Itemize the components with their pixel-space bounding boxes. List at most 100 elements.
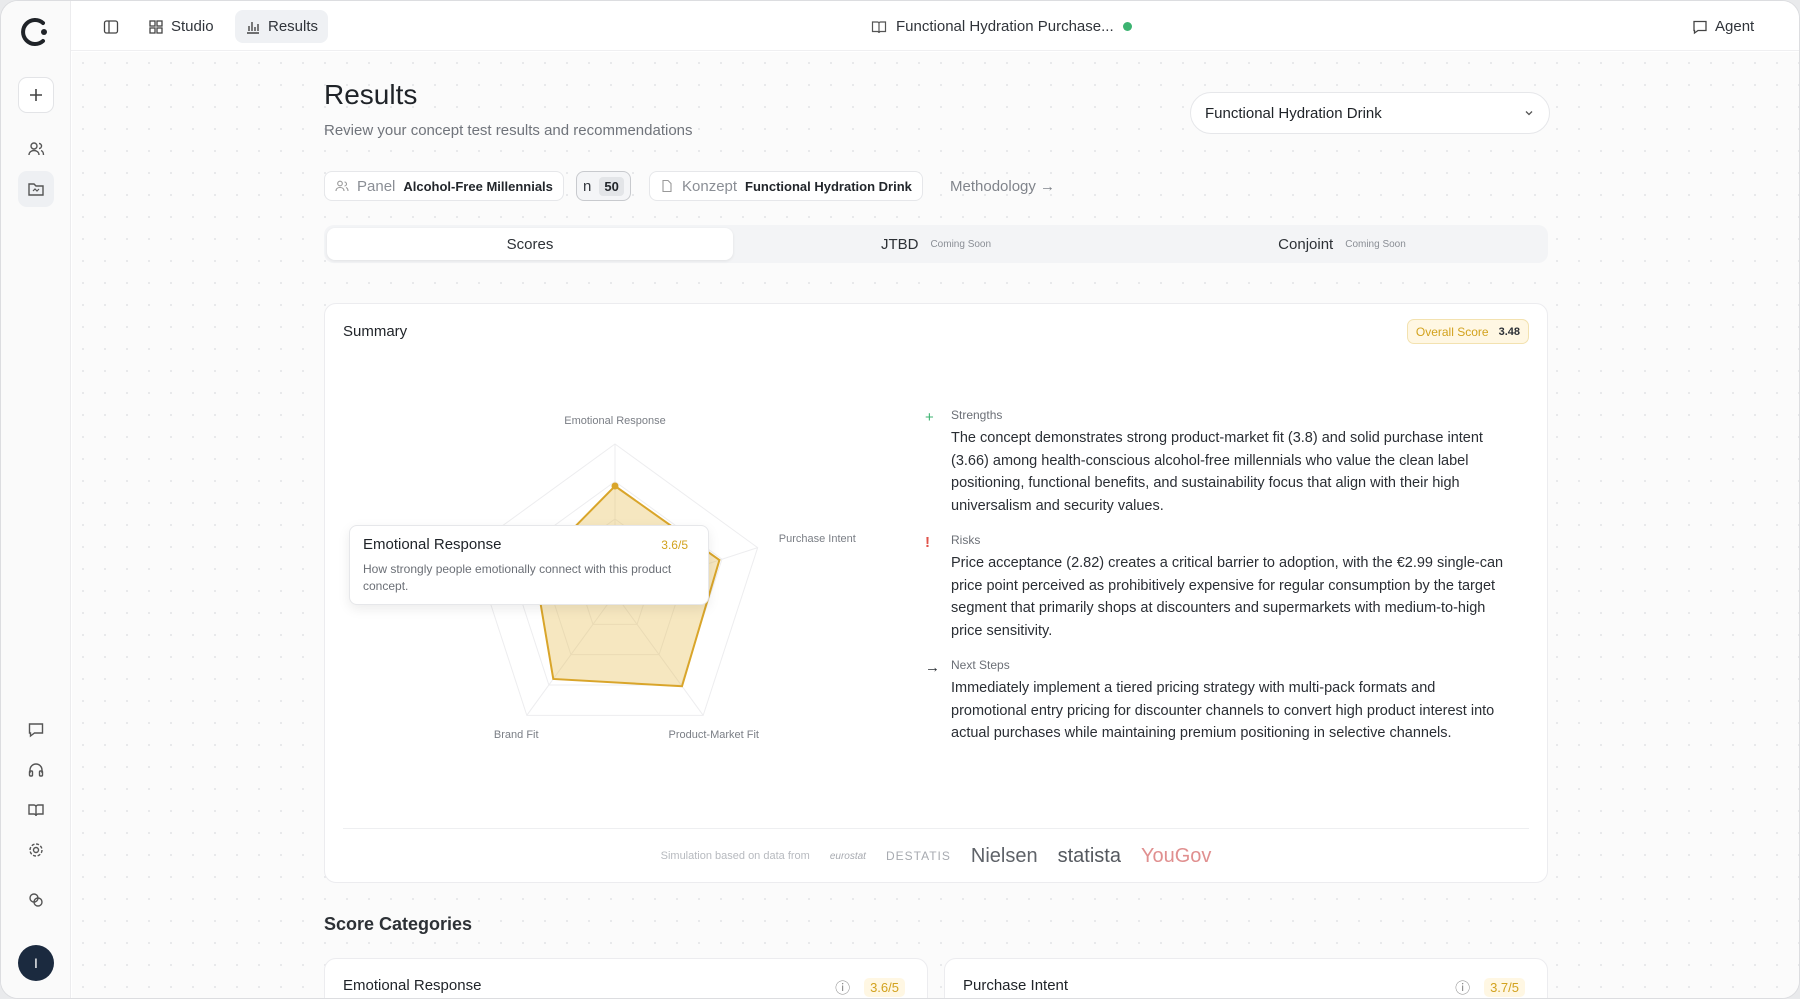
strengths-text: The concept demonstrates strong product-… [951,430,1483,514]
page-title: Results [324,79,418,110]
app-logo-icon[interactable] [19,15,53,49]
panel-label: Panel [357,177,396,195]
risks-block: ! Risks Price acceptance (2.82) creates … [925,533,1511,642]
message-icon [28,723,44,738]
score-categories-title: Score Categories [324,914,473,934]
score-card-meta: ⓘ 3.6/5 [835,977,905,998]
info-icon[interactable]: ⓘ [1455,977,1470,998]
settings-nav-button[interactable] [18,832,54,868]
bar-chart-icon [247,21,259,34]
next-steps-text: Immediately implement a tiered pricing s… [951,680,1495,741]
main-area: Results Review your concept test results… [72,52,1799,998]
coming-soon-badge: Coming Soon [930,238,992,250]
document-title-text: Functional Hydration Purchase... [896,18,1114,35]
radar-axis-label: Brand Fit [494,729,539,741]
concept-select[interactable]: Functional Hydration Drink [1190,92,1550,134]
destatis-logo: DESTATIS [885,849,951,863]
summary-title: Summary [343,323,408,340]
tooltip-title: Emotional Response [363,536,502,553]
info-icon[interactable]: ⓘ [835,977,850,998]
score-card-value: 3.7/5 [1484,978,1525,997]
concept-chip[interactable]: Konzept Functional Hydration Drink [649,171,923,201]
link-icon [29,893,43,907]
toggle-sidebar-button[interactable] [93,10,129,43]
left-rail: I [1,1,71,998]
gear-icon [29,843,43,857]
methodology-label: Methodology → [950,177,1056,195]
score-card-label: Purchase Intent [963,977,1069,994]
score-card-emotional-response[interactable]: Emotional Response ⓘ 3.6/5 [324,958,928,998]
tooltip-description: How strongly people emotionally connect … [363,562,672,593]
data-sources: Simulation based on data from eurostat D… [325,834,1547,878]
chat-nav-button[interactable] [18,712,54,748]
strengths-block: + Strengths The concept demonstrates str… [925,408,1511,517]
yougov-logo: YouGov [1140,844,1212,867]
radar-axis-label: Emotional Response [564,415,666,427]
sidebar-icon [103,19,119,34]
top-bar: Studio Results Functional Hydration Purc… [71,1,1799,51]
plus-icon [30,89,42,101]
panel-value: Alcohol-Free Millennials [403,178,553,194]
tooltip-value: 3.6/5 [661,538,688,552]
strengths-label: Strengths [951,408,1003,422]
eurostat-logo: eurostat [829,850,866,862]
app-window: I Studio Results Functional Hydration Pu… [0,0,1800,999]
sample-size-chip: n 50 [576,171,631,201]
headphones-icon [28,763,44,777]
users-nav-button[interactable] [18,131,54,167]
radar-axis-label: Purchase Intent [779,533,856,545]
status-dot [1122,22,1132,31]
docs-nav-button[interactable] [18,792,54,828]
statista-logo: statista [1057,844,1121,867]
tab-conjoint[interactable]: Conjoint Coming Soon [1139,228,1545,260]
divider [343,828,1529,829]
book-open-icon [28,804,44,817]
folder-icon [28,183,44,196]
chart-tooltip: Emotional Response 3.6/5 How strongly pe… [349,525,709,605]
radar-axis-label: Product-Market Fit [669,729,759,741]
agent-button[interactable]: Agent [1682,10,1764,43]
score-card-meta: ⓘ 3.7/5 [1455,977,1525,998]
next-steps-label: Next Steps [951,658,1010,672]
concept-select-value: Functional Hydration Drink [1205,104,1382,122]
tab-jtbd[interactable]: JTBD Coming Soon [733,228,1139,260]
sources-caption: Simulation based on data from [660,850,810,862]
radar-point[interactable] [611,482,619,490]
coming-soon-badge: Coming Soon [1345,238,1406,250]
score-card-value: 3.6/5 [864,978,905,997]
summary-card: Summary Overall Score 3.48 Emotional Res… [324,303,1548,883]
risks-label: Risks [951,533,981,547]
score-card-label: Emotional Response [343,977,482,994]
new-item-button[interactable] [18,77,54,113]
results-tabs: Scores JTBD Coming Soon Conjoint Coming … [324,225,1548,263]
overall-score-label: Overall Score [1415,324,1489,339]
integrations-nav-button[interactable] [18,882,54,918]
page-subtitle: Review your concept test results and rec… [324,122,693,139]
alert-icon: ! [925,534,930,551]
book-icon [871,20,887,33]
users-icon [28,142,45,156]
tab-scores[interactable]: Scores [327,228,733,260]
results-tab[interactable]: Results [235,10,329,43]
tab-conjoint-label: Conjoint [1278,235,1334,253]
concept-label: Konzept [682,177,738,195]
projects-nav-button[interactable] [18,171,54,207]
results-tab-label: Results [268,18,319,35]
score-card-purchase-intent[interactable]: Purchase Intent ⓘ 3.7/5 [944,958,1548,998]
agent-button-label: Agent [1715,18,1755,35]
users-icon [335,180,349,192]
arrow-right-icon: → [925,659,940,676]
support-nav-button[interactable] [18,752,54,788]
file-icon [662,179,672,193]
tab-scores-label: Scores [506,235,554,253]
document-title[interactable]: Functional Hydration Purchase... [871,10,1132,43]
concept-value: Functional Hydration Drink [745,178,912,194]
grid-icon [149,19,163,34]
panel-chip[interactable]: Panel Alcohol-Free Millennials [324,171,564,201]
studio-tab[interactable]: Studio [138,10,224,43]
overall-score-value: 3.48 [1498,325,1520,338]
user-avatar[interactable]: I [18,945,54,981]
methodology-link[interactable]: Methodology → [950,171,1055,201]
next-steps-block: → Next Steps Immediately implement a tie… [925,658,1511,745]
nielsen-logo: Nielsen [970,844,1038,867]
